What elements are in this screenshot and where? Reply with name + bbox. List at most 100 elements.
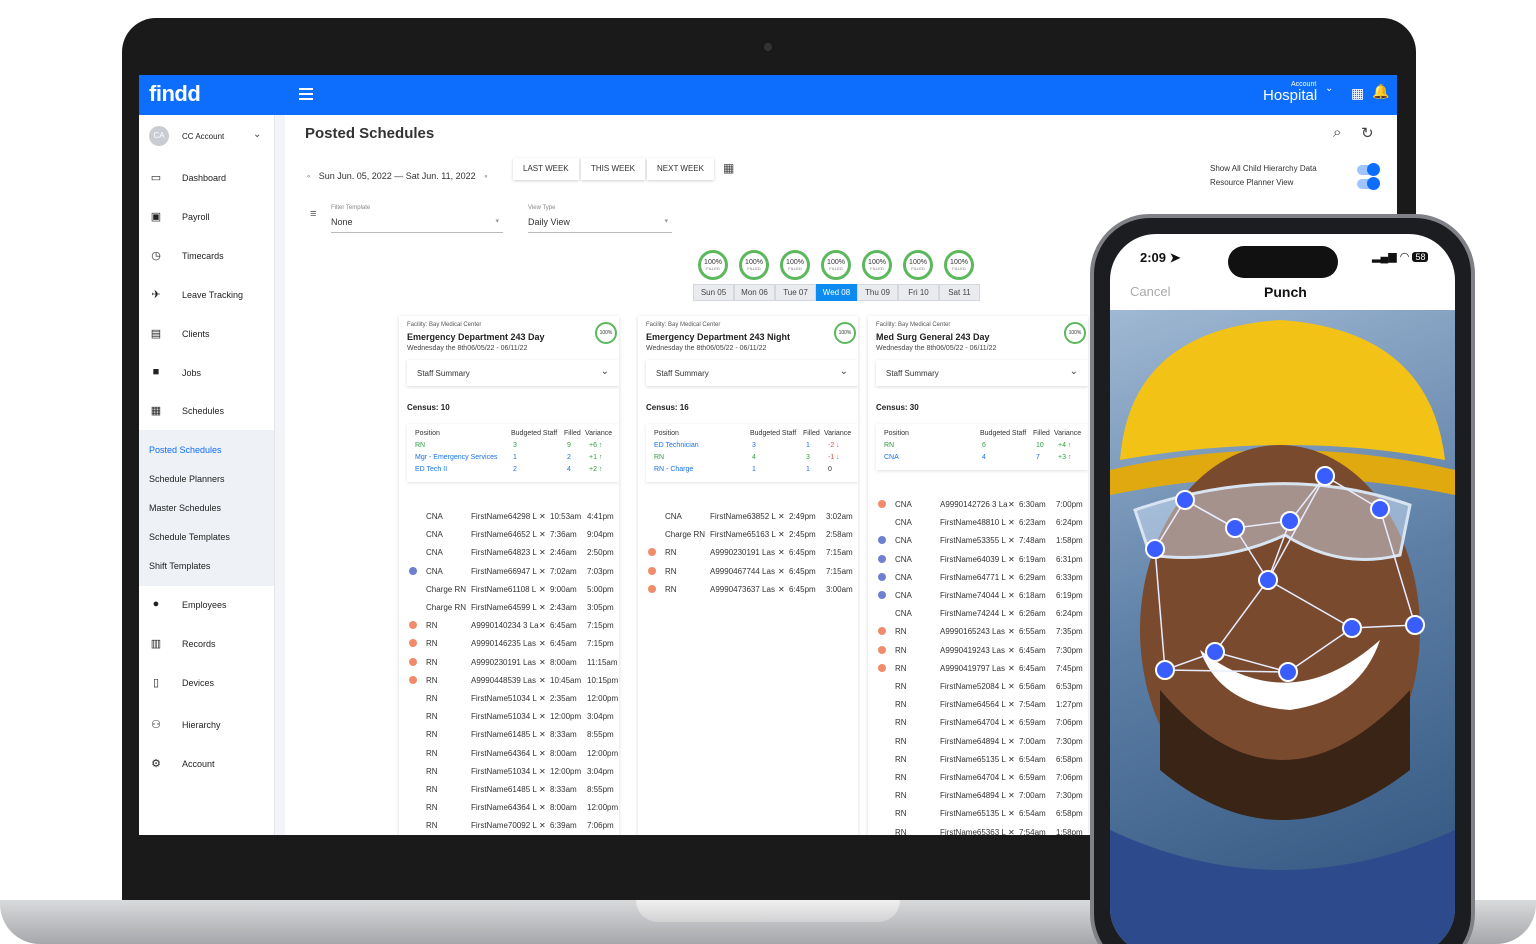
- last-week-button[interactable]: LAST WEEK: [513, 158, 579, 180]
- shift-row[interactable]: RN FirstName51034 L ✕ 12:00pm 3:04pm: [399, 708, 619, 726]
- remove-icon[interactable]: ✕: [539, 512, 546, 521]
- remove-icon[interactable]: ✕: [539, 730, 546, 739]
- remove-icon[interactable]: ✕: [1008, 718, 1015, 727]
- remove-icon[interactable]: ✕: [539, 658, 546, 667]
- menu-icon[interactable]: [299, 88, 313, 100]
- remove-icon[interactable]: ✕: [539, 585, 546, 594]
- shift-row[interactable]: Charge RN FirstName65163 L ✕ 2:45pm 2:58…: [638, 526, 858, 544]
- shift-row[interactable]: RN A9990165243 Las ✕ 6:55am 7:35pm: [868, 623, 1088, 641]
- shift-row[interactable]: RN FirstName51034 L ✕ 2:35am 12:00pm: [399, 690, 619, 708]
- shift-row[interactable]: CNA FirstName64298 L ✕ 10:53am 4:41pm: [399, 508, 619, 526]
- sidebar-item-devices[interactable]: ▯ Devices: [139, 673, 274, 695]
- shift-row[interactable]: RN FirstName65135 L ✕ 6:54am 6:58pm: [868, 805, 1088, 823]
- day-tab[interactable]: Sat 11: [939, 284, 980, 301]
- shift-row[interactable]: RN FirstName64564 L ✕ 7:54am 1:27pm: [868, 696, 1088, 714]
- chevron-left-icon[interactable]: ◦: [307, 171, 310, 181]
- shift-row[interactable]: RN FirstName64704 L ✕ 6:59am 7:06pm: [868, 714, 1088, 732]
- remove-icon[interactable]: ✕: [1008, 791, 1015, 800]
- sidebar-subitem-schedule-planners[interactable]: Schedule Planners: [149, 474, 225, 484]
- shift-row[interactable]: RN FirstName70092 L ✕ 6:39am 7:06pm: [399, 817, 619, 835]
- remove-icon[interactable]: ✕: [1008, 737, 1015, 746]
- remove-icon[interactable]: ✕: [1008, 682, 1015, 691]
- day-tab[interactable]: Wed 08: [816, 284, 857, 301]
- staff-summary-select[interactable]: Staff Summary ⌄: [407, 360, 619, 386]
- remove-icon[interactable]: ✕: [539, 694, 546, 703]
- shift-row[interactable]: RN FirstName64894 L ✕ 7:00am 7:30pm: [868, 787, 1088, 805]
- filter-template-select[interactable]: Filter Template None ▾: [331, 205, 503, 233]
- remove-icon[interactable]: ✕: [539, 712, 546, 721]
- remove-icon[interactable]: ✕: [1008, 627, 1015, 636]
- sidebar-subitem-posted-schedules[interactable]: Posted Schedules: [149, 445, 222, 455]
- remove-icon[interactable]: ✕: [778, 512, 785, 521]
- shift-row[interactable]: RN A9990419243 Las ✕ 6:45am 7:30pm: [868, 642, 1088, 660]
- remove-icon[interactable]: ✕: [1008, 591, 1015, 600]
- shift-row[interactable]: RN FirstName64894 L ✕ 7:00am 7:30pm: [868, 733, 1088, 751]
- sidebar-item-leave-tracking[interactable]: ✈ Leave Tracking: [139, 285, 274, 307]
- shift-row[interactable]: Charge RN FirstName61108 L ✕ 9:00am 5:00…: [399, 581, 619, 599]
- remove-icon[interactable]: ✕: [539, 785, 546, 794]
- shift-row[interactable]: CNA FirstName64652 L ✕ 7:36am 9:04pm: [399, 526, 619, 544]
- remove-icon[interactable]: ✕: [539, 548, 546, 557]
- sidebar-subitem-shift-templates[interactable]: Shift Templates: [149, 561, 210, 571]
- chevron-right-icon[interactable]: ◦: [484, 171, 487, 181]
- sidebar-item-account[interactable]: ⚙ Account: [139, 754, 274, 776]
- shift-row[interactable]: RN A9990473637 Las ✕ 6:45pm 3:00am: [638, 581, 858, 599]
- remove-icon[interactable]: ✕: [539, 530, 546, 539]
- remove-icon[interactable]: ✕: [539, 603, 546, 612]
- shift-row[interactable]: RN A9990419797 Las ✕ 6:45am 7:45pm: [868, 660, 1088, 678]
- shift-row[interactable]: RN A9990140234 3 La ✕ 6:45am 7:15pm: [399, 617, 619, 635]
- staff-summary-select[interactable]: Staff Summary ⌄: [876, 360, 1088, 386]
- shift-row[interactable]: CNA FirstName64039 L ✕ 6:19am 6:31pm: [868, 551, 1088, 569]
- day-tab[interactable]: Thu 09: [857, 284, 898, 301]
- remove-icon[interactable]: ✕: [1008, 555, 1015, 564]
- remove-icon[interactable]: ✕: [1008, 609, 1015, 618]
- remove-icon[interactable]: ✕: [1008, 518, 1015, 527]
- remove-icon[interactable]: ✕: [778, 567, 785, 576]
- remove-icon[interactable]: ✕: [539, 676, 546, 685]
- remove-icon[interactable]: ✕: [539, 639, 546, 648]
- cancel-button[interactable]: Cancel: [1130, 284, 1170, 299]
- shift-row[interactable]: Charge RN FirstName64599 L ✕ 2:43am 3:05…: [399, 599, 619, 617]
- next-week-button[interactable]: NEXT WEEK: [647, 158, 714, 180]
- bell-icon[interactable]: 🔔: [1372, 83, 1389, 100]
- shift-row[interactable]: RN FirstName61485 L ✕ 8:33am 8:55pm: [399, 781, 619, 799]
- shift-row[interactable]: RN A9990230191 Las ✕ 8:00am 11:15am: [399, 654, 619, 672]
- child-hierarchy-toggle[interactable]: [1357, 163, 1380, 176]
- shift-row[interactable]: CNA FirstName64771 L ✕ 6:29am 6:33pm: [868, 569, 1088, 587]
- sidebar-subitem-schedule-templates[interactable]: Schedule Templates: [149, 532, 230, 542]
- day-tab[interactable]: Sun 05: [693, 284, 734, 301]
- remove-icon[interactable]: ✕: [539, 567, 546, 576]
- account-name[interactable]: Hospital: [1263, 87, 1317, 104]
- remove-icon[interactable]: ✕: [1008, 536, 1015, 545]
- shift-row[interactable]: CNA FirstName64823 L ✕ 2:46am 2:50pm: [399, 544, 619, 562]
- day-tab[interactable]: Tue 07: [775, 284, 816, 301]
- sidebar-item-timecards[interactable]: ◷ Timecards: [139, 246, 274, 268]
- remove-icon[interactable]: ✕: [539, 803, 546, 812]
- shift-row[interactable]: RN FirstName65363 L ✕ 7:54am 1:58pm: [868, 824, 1088, 835]
- sidebar-item-clients[interactable]: ▤ Clients: [139, 324, 274, 346]
- remove-icon[interactable]: ✕: [1008, 755, 1015, 764]
- shift-row[interactable]: RN FirstName64364 L ✕ 8:00am 12:00pm: [399, 745, 619, 763]
- shift-row[interactable]: RN A9990448539 Las ✕ 10:45am 10:15pm: [399, 672, 619, 690]
- date-range[interactable]: ◦ Sun Jun. 05, 2022 — Sat Jun. 11, 2022 …: [307, 171, 487, 181]
- remove-icon[interactable]: ✕: [539, 821, 546, 830]
- shift-row[interactable]: CNA FirstName53355 L ✕ 7:48am 1:58pm: [868, 532, 1088, 550]
- shift-row[interactable]: RN FirstName51034 L ✕ 12:00pm 3:04pm: [399, 763, 619, 781]
- sidebar-item-hierarchy[interactable]: ⚇ Hierarchy: [139, 715, 274, 737]
- refresh-icon[interactable]: ↻: [1361, 124, 1374, 142]
- shift-row[interactable]: RN A9990146235 Las ✕ 6:45am 7:15pm: [399, 635, 619, 653]
- remove-icon[interactable]: ✕: [778, 548, 785, 557]
- shift-row[interactable]: RN FirstName61485 L ✕ 8:33am 8:55pm: [399, 726, 619, 744]
- sidebar-item-payroll[interactable]: ▣ Payroll: [139, 207, 274, 229]
- day-tab[interactable]: Mon 06: [734, 284, 775, 301]
- remove-icon[interactable]: ✕: [1008, 500, 1015, 509]
- remove-icon[interactable]: ✕: [778, 530, 785, 539]
- remove-icon[interactable]: ✕: [539, 767, 546, 776]
- remove-icon[interactable]: ✕: [1008, 828, 1015, 835]
- remove-icon[interactable]: ✕: [539, 621, 546, 630]
- remove-icon[interactable]: ✕: [1008, 646, 1015, 655]
- shift-row[interactable]: RN FirstName64704 L ✕ 6:59am 7:06pm: [868, 769, 1088, 787]
- remove-icon[interactable]: ✕: [1008, 664, 1015, 673]
- resource-planner-toggle[interactable]: [1357, 177, 1380, 190]
- account-switcher[interactable]: CA CC Account ⌄: [149, 126, 269, 146]
